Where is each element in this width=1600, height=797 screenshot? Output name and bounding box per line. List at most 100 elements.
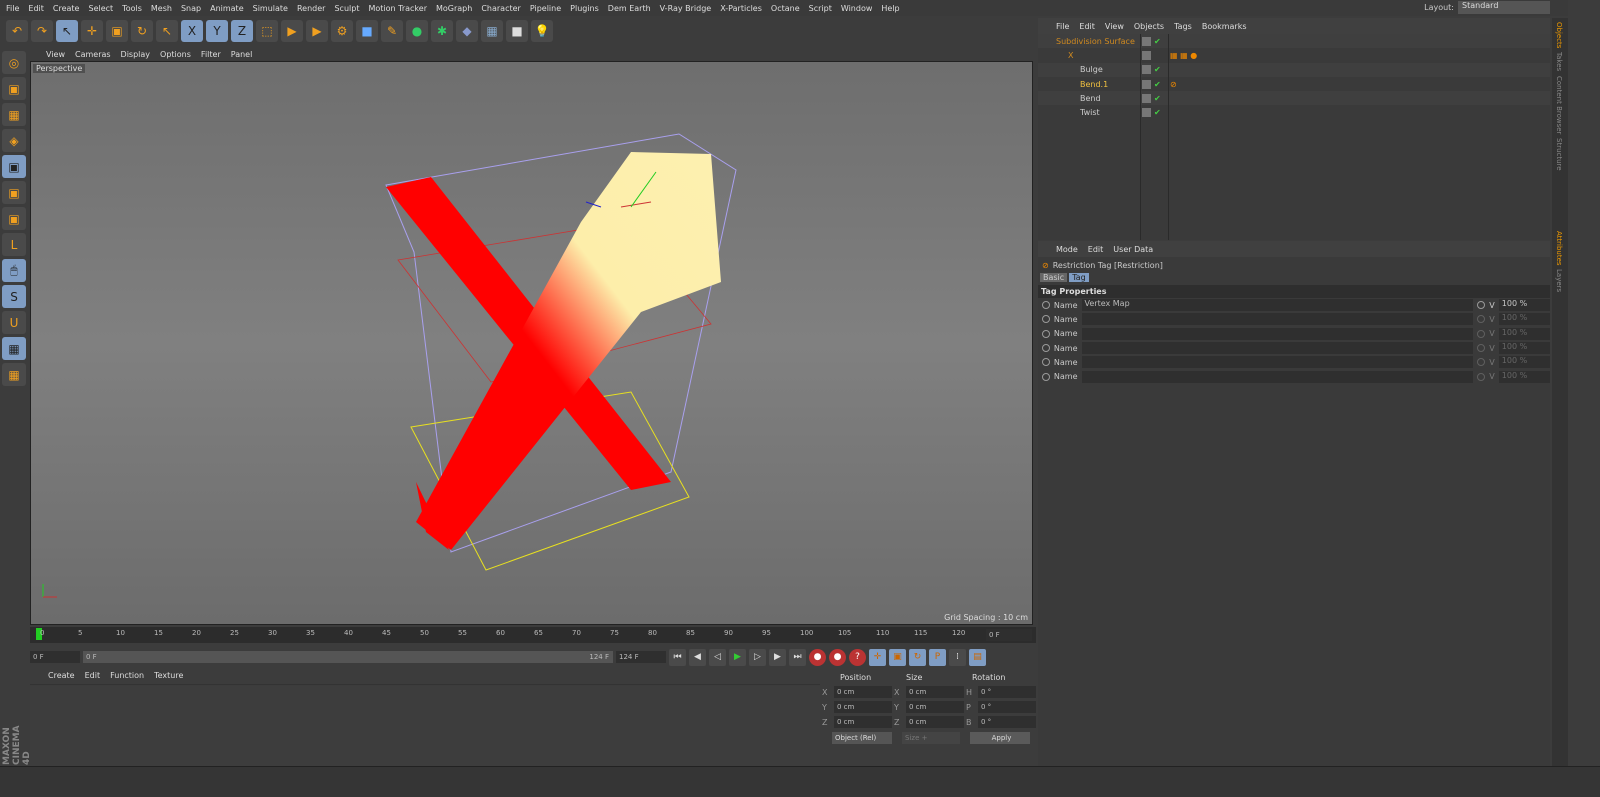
- floor-icon[interactable]: ▦: [481, 20, 503, 42]
- material-menu-function[interactable]: Function: [110, 671, 144, 684]
- go-to-end-icon[interactable]: ⏭: [789, 648, 806, 666]
- attribute-menu-mode[interactable]: Mode: [1056, 245, 1078, 254]
- animate-radio[interactable]: [1477, 315, 1486, 324]
- strength-field[interactable]: 100 %: [1498, 370, 1550, 383]
- keyframe-selection-icon[interactable]: ?: [849, 648, 866, 666]
- coord-field[interactable]: 0 °: [978, 716, 1036, 728]
- material-manager[interactable]: [30, 686, 820, 766]
- current-frame-field[interactable]: 0 F: [986, 629, 1032, 641]
- recent-tool-icon[interactable]: ↖: [156, 20, 178, 42]
- animate-radio[interactable]: [1042, 329, 1050, 338]
- object-name[interactable]: Bend: [1080, 94, 1101, 103]
- object-row[interactable]: X ▦ ▦ ●: [1038, 48, 1550, 62]
- attribute-menu-edit[interactable]: Edit: [1088, 245, 1104, 254]
- animate-radio[interactable]: [1042, 372, 1050, 381]
- tag-icons[interactable]: ▦ ▦ ●: [1170, 51, 1197, 60]
- object-row[interactable]: Bend.1 ✔ ⊘: [1038, 77, 1550, 91]
- animate-radio[interactable]: [1042, 358, 1050, 367]
- workplane-icon[interactable]: ◈: [2, 129, 26, 152]
- side-tab-layers[interactable]: Layers: [1555, 269, 1563, 292]
- cube-icon[interactable]: ■: [356, 20, 378, 42]
- render-settings-icon[interactable]: ⚙: [331, 20, 353, 42]
- viewport-perspective[interactable]: Perspective Grid Spacing : 10 cm: [30, 61, 1033, 625]
- side-tab-objects[interactable]: Objects: [1555, 22, 1563, 48]
- menu-script[interactable]: Script: [809, 4, 832, 13]
- object-row[interactable]: Twist ✔: [1038, 105, 1550, 119]
- object-row[interactable]: Bend ✔: [1038, 91, 1550, 106]
- axis-mode-icon[interactable]: L: [2, 233, 26, 256]
- strength-field[interactable]: 100 %: [1498, 342, 1550, 355]
- edges-mode-icon[interactable]: ▣: [2, 181, 26, 204]
- attribute-menu-user-data[interactable]: User Data: [1113, 245, 1153, 254]
- snap-icon[interactable]: S: [2, 285, 26, 308]
- select-tool-icon[interactable]: ↖: [56, 20, 78, 42]
- name-field[interactable]: [1081, 370, 1474, 383]
- menu-simulate[interactable]: Simulate: [253, 4, 288, 13]
- object-name[interactable]: Bulge: [1080, 65, 1103, 74]
- side-tab-attributes[interactable]: Attributes: [1555, 231, 1563, 266]
- viewport-menu-options[interactable]: Options: [160, 50, 191, 59]
- layer-box[interactable]: [1142, 36, 1151, 46]
- animate-radio[interactable]: [1477, 344, 1486, 353]
- previous-frame-icon[interactable]: ◁: [709, 648, 726, 666]
- autokey-icon[interactable]: ●: [829, 648, 846, 666]
- menu-v-ray-bridge[interactable]: V-Ray Bridge: [660, 4, 712, 13]
- material-menu-create[interactable]: Create: [48, 671, 75, 684]
- menu-mograph[interactable]: MoGraph: [436, 4, 472, 13]
- array-icon[interactable]: ✱: [431, 20, 453, 42]
- menu-select[interactable]: Select: [88, 4, 113, 13]
- coord-field[interactable]: 0 cm: [834, 716, 892, 728]
- lock-workplane-icon[interactable]: ▦: [2, 337, 26, 360]
- layout-selector[interactable]: Layout: Standard: [1424, 1, 1550, 14]
- menu-snap[interactable]: Snap: [181, 4, 201, 13]
- object-menu-edit[interactable]: Edit: [1079, 22, 1095, 31]
- menu-window[interactable]: Window: [841, 4, 873, 13]
- object-name[interactable]: Subdivision Surface: [1056, 37, 1135, 46]
- x-axis-icon[interactable]: X: [181, 20, 203, 42]
- animate-radio[interactable]: [1042, 315, 1050, 324]
- points-mode-icon[interactable]: ▣: [2, 155, 26, 178]
- y-axis-icon[interactable]: Y: [206, 20, 228, 42]
- object-menu-view[interactable]: View: [1105, 22, 1124, 31]
- viewport-menu-panel[interactable]: Panel: [231, 50, 253, 59]
- viewport-menu-cameras[interactable]: Cameras: [75, 50, 111, 59]
- rotate-tool-icon[interactable]: ↻: [131, 20, 153, 42]
- strength-field[interactable]: 100 %: [1498, 299, 1550, 312]
- timeline-ruler[interactable]: 0 F 0 5 10 15 20 25 30 35 40 45 50 55 60 65 70 75 80 85 90…: [30, 627, 1036, 643]
- animate-radio[interactable]: [1477, 329, 1486, 338]
- coordinate-system-icon[interactable]: ⬚: [256, 20, 278, 42]
- restriction-tag-icon[interactable]: ⊘: [1170, 80, 1177, 89]
- key-point-level-icon[interactable]: ⁞: [949, 648, 966, 666]
- subdivision-icon[interactable]: ●: [406, 20, 428, 42]
- name-field[interactable]: [1081, 342, 1474, 355]
- texture-mode-icon[interactable]: ▦: [2, 103, 26, 126]
- scale-tool-icon[interactable]: ▣: [106, 20, 128, 42]
- side-tab-structure[interactable]: Structure: [1555, 138, 1563, 171]
- coordinate-mode-dropdown[interactable]: Object (Rel): [832, 732, 892, 744]
- menu-motion-tracker[interactable]: Motion Tracker: [368, 4, 427, 13]
- object-name[interactable]: X: [1068, 51, 1073, 60]
- animate-radio[interactable]: [1477, 301, 1486, 310]
- coord-field[interactable]: 0 cm: [834, 686, 892, 698]
- object-menu-bookmarks[interactable]: Bookmarks: [1202, 22, 1247, 31]
- menu-plugins[interactable]: Plugins: [570, 4, 599, 13]
- name-field[interactable]: Vertex Map: [1081, 299, 1474, 312]
- coord-field[interactable]: 0 cm: [906, 716, 964, 728]
- name-field[interactable]: [1081, 313, 1474, 326]
- tweak-icon[interactable]: 🖱: [2, 259, 26, 282]
- enabled-check-icon[interactable]: ✔: [1154, 80, 1161, 89]
- side-tab-takes[interactable]: Takes: [1555, 52, 1563, 71]
- menu-character[interactable]: Character: [481, 4, 521, 13]
- animate-radio[interactable]: [1042, 344, 1050, 353]
- render-picture-viewer-icon[interactable]: ▶: [306, 20, 328, 42]
- next-frame-icon[interactable]: ▷: [749, 648, 766, 666]
- menu-help[interactable]: Help: [881, 4, 899, 13]
- apply-button[interactable]: Apply: [970, 732, 1030, 744]
- strength-field[interactable]: 100 %: [1498, 313, 1550, 326]
- object-row[interactable]: Bulge ✔: [1038, 62, 1550, 77]
- go-to-start-icon[interactable]: ⏮: [669, 648, 686, 666]
- move-tool-icon[interactable]: ✛: [81, 20, 103, 42]
- animate-radio[interactable]: [1477, 372, 1486, 381]
- tab-tag[interactable]: Tag: [1069, 273, 1089, 282]
- material-menu-edit[interactable]: Edit: [85, 671, 101, 684]
